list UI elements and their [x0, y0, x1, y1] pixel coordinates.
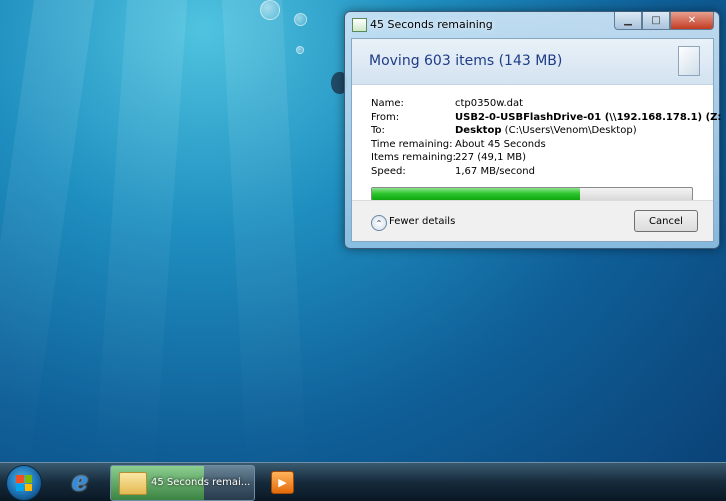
progress-bar-fill [372, 188, 580, 200]
close-icon: ✕ [687, 15, 697, 26]
operation-heading: Moving 603 items (143 MB) [369, 53, 563, 69]
detail-row-items: Items remaining: 227 (49,1 MB) [371, 151, 721, 165]
speed-value: 1,67 MB/second [455, 165, 535, 177]
dialog-footer: ⌃ Fewer details Cancel [352, 200, 713, 241]
detail-row-name: Name: ctp0350w.dat [371, 97, 721, 111]
light-ray [220, 0, 308, 481]
bubble [294, 13, 307, 26]
copy-progress-icon [352, 18, 367, 32]
bubble [260, 0, 280, 20]
chevron-up-icon[interactable]: ⌃ [371, 215, 387, 231]
to-value-path: (C:\Users\Venom\Desktop) [501, 125, 637, 136]
maximize-button[interactable]: □ [642, 12, 670, 30]
caption-buttons: ▁ □ ✕ [614, 12, 714, 30]
detail-row-time: Time remaining: About 45 Seconds [371, 138, 721, 152]
cancel-button[interactable]: Cancel [634, 210, 698, 232]
progress-bar [371, 187, 693, 201]
speed-label: Speed: [371, 165, 406, 177]
folder-icon [119, 472, 147, 495]
to-label: To: [371, 125, 385, 136]
to-value[interactable]: Desktop (C:\Users\Venom\Desktop) [455, 124, 637, 138]
fewer-details-link[interactable]: Fewer details [389, 216, 455, 227]
detail-row-from: From: USB2-0-USBFlashDrive-01 (\\192.168… [371, 111, 721, 125]
items-remaining-label: Items remaining: [371, 152, 457, 163]
close-button[interactable]: ✕ [670, 12, 714, 30]
taskbar: e 45 Seconds remai... ▶ [0, 462, 726, 501]
time-remaining-value: About 45 Seconds [455, 138, 546, 150]
dialog-content: Moving 603 items (143 MB) Name: ctp0350w… [351, 38, 721, 242]
file-move-dialog: 45 Seconds remaining ▁ □ ✕ Moving 603 it… [344, 11, 721, 249]
name-label: Name: [371, 98, 404, 109]
document-icon [678, 46, 700, 76]
taskbar-item-file-move[interactable]: 45 Seconds remai... [110, 465, 255, 501]
bubble [296, 46, 304, 54]
minimize-button[interactable]: ▁ [614, 12, 642, 30]
light-ray [93, 0, 190, 481]
from-value[interactable]: USB2-0-USBFlashDrive-01 (\\192.168.178.1… [455, 111, 721, 125]
detail-row-to: To: Desktop (C:\Users\Venom\Desktop) [371, 124, 721, 138]
media-player-icon[interactable]: ▶ [271, 471, 294, 494]
from-label: From: [371, 111, 400, 123]
internet-explorer-icon[interactable]: e [66, 467, 94, 497]
header-band: Moving 603 items (143 MB) [352, 39, 713, 85]
name-value: ctp0350w.dat [455, 98, 524, 109]
light-ray [0, 0, 100, 480]
items-remaining-value: 227 (49,1 MB) [455, 152, 527, 163]
start-button[interactable] [6, 465, 42, 501]
maximize-icon: □ [651, 15, 661, 26]
detail-row-speed: Speed: 1,67 MB/second [371, 165, 721, 179]
to-value-bold: Desktop [455, 125, 502, 136]
dialog-titlebar[interactable]: 45 Seconds remaining ▁ □ ✕ [345, 12, 719, 38]
time-remaining-label: Time remaining: [371, 138, 453, 150]
dialog-title: 45 Seconds remaining [370, 18, 493, 31]
transfer-details: Name: ctp0350w.dat From: USB2-0-USBFlash… [371, 97, 721, 178]
taskbar-item-label: 45 Seconds remai... [151, 477, 251, 488]
windows-logo-icon [16, 475, 32, 491]
minimize-icon: ▁ [624, 15, 632, 26]
